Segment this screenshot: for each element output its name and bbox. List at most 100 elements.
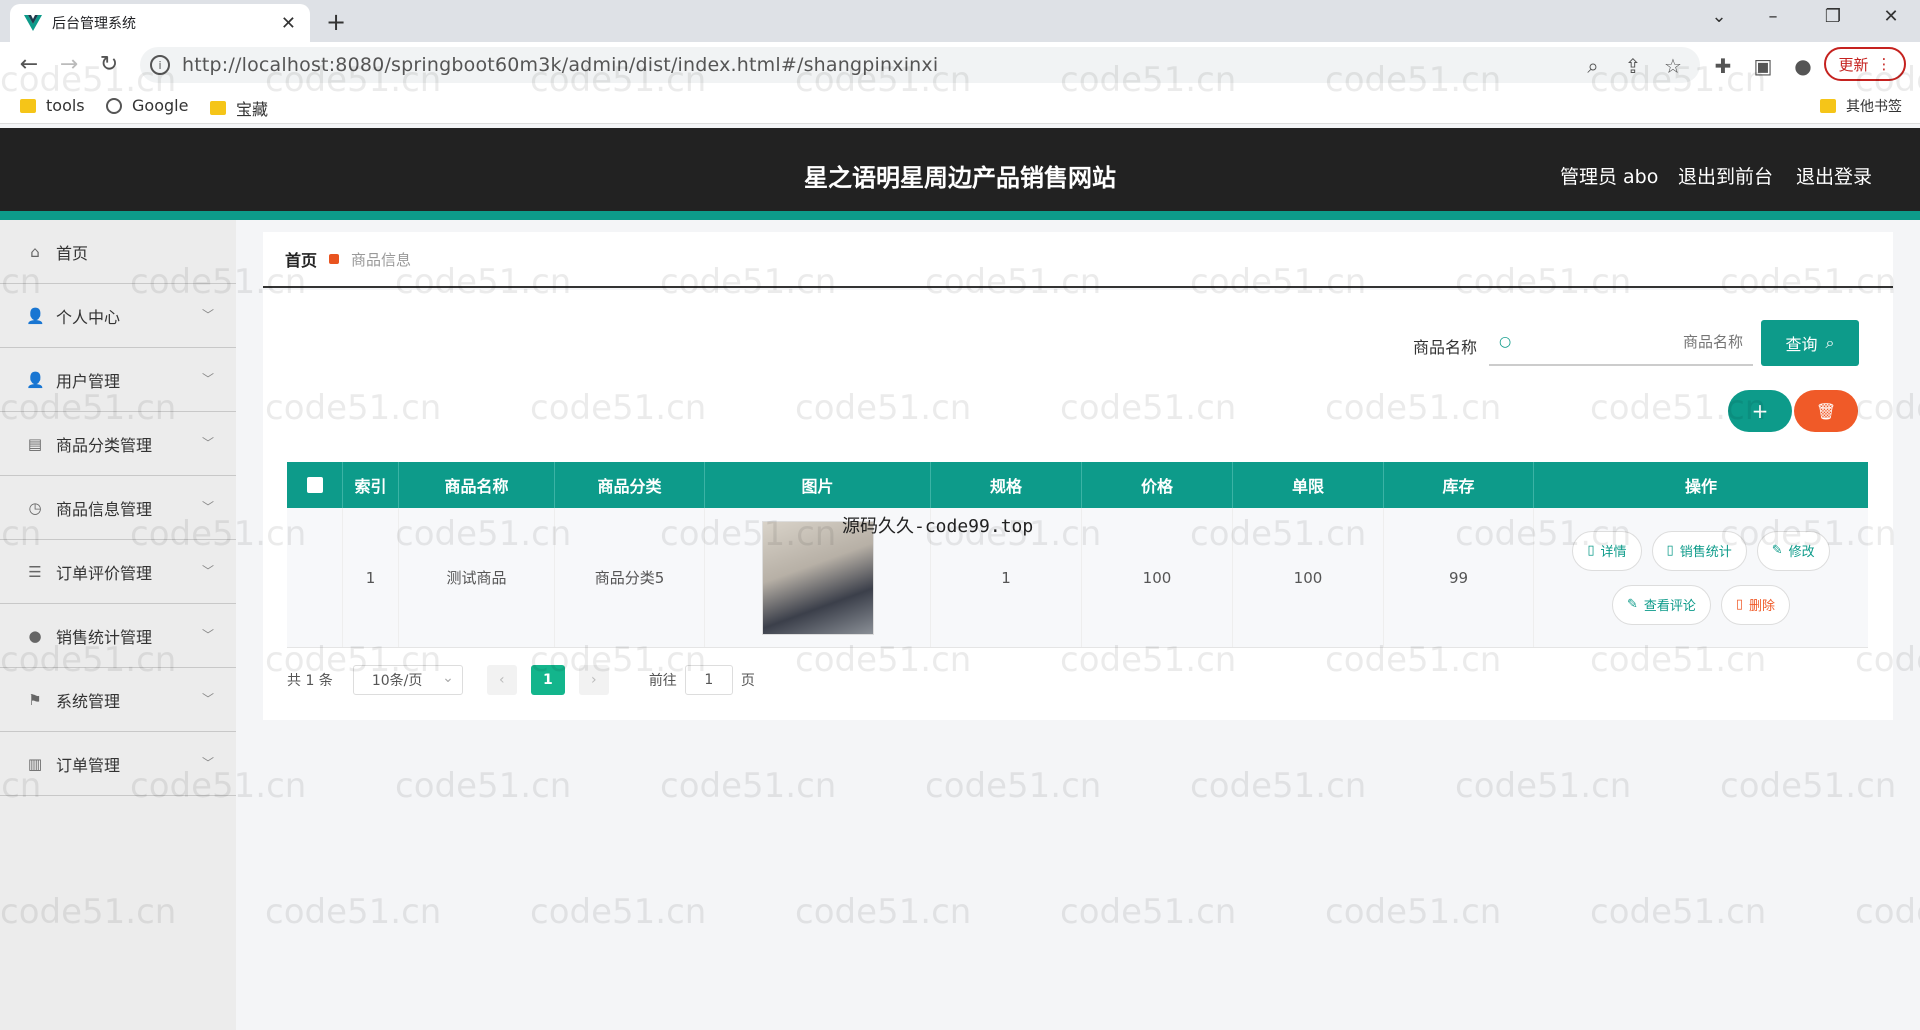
table-row: 1 测试商品 商品分类5 源码久久-code99.top 1 100 100 9…	[287, 508, 1868, 648]
view-comments-button[interactable]: ✎ 查看评论	[1611, 584, 1711, 625]
action-row: ✎ 查看评论 ▯ 删除	[1611, 584, 1791, 625]
bookmark-tools[interactable]: tools	[20, 96, 85, 115]
chevron-down-icon: ﹀	[201, 436, 214, 450]
sidebar-item-products[interactable]: ◷ 商品信息管理 ﹀	[0, 476, 236, 540]
search-icon: ○	[1499, 334, 1512, 350]
search-icon: ⌕	[1825, 333, 1835, 352]
column-header: 商品名称	[399, 462, 555, 508]
minimize-icon[interactable]: –	[1758, 6, 1788, 27]
watermark-text: code51.cn	[660, 766, 837, 806]
row-select-cell	[287, 508, 343, 647]
cell-category: 商品分类5	[555, 508, 705, 647]
query-button[interactable]: 查询 ⌕	[1761, 320, 1859, 366]
bookmark-label: Google	[132, 96, 189, 115]
edit-button[interactable]: ✎ 修改	[1756, 530, 1830, 571]
chevron-down-icon: ﹀	[201, 308, 214, 322]
goto-page-input[interactable]: 1	[684, 665, 733, 695]
back-icon[interactable]: ←	[14, 52, 44, 77]
close-window-icon[interactable]: ✕	[1876, 6, 1906, 27]
sidebar-item-reviews[interactable]: ☰ 订单评价管理 ﹀	[0, 540, 236, 604]
forward-icon[interactable]: →	[54, 52, 84, 77]
page-number-current[interactable]: 1	[530, 665, 565, 695]
content-panel: 商品名称 ○ 查询 ⌕ + 🗑 索引 商品名称 商品分类 图片 规格 价格 单限…	[263, 290, 1893, 720]
share-icon[interactable]: ⇪	[1620, 54, 1646, 78]
new-tab-icon[interactable]: +	[326, 8, 346, 36]
sales-stats-button[interactable]: ▯ 销售统计	[1651, 530, 1747, 571]
sidebar-item-orders[interactable]: ▥ 订单管理 ﹀	[0, 732, 236, 796]
delete-button[interactable]: ▯ 删除	[1720, 584, 1791, 625]
search-label: 商品名称	[1413, 338, 1478, 357]
update-button[interactable]: 更新 ⋮	[1824, 47, 1906, 81]
search-field[interactable]: ○	[1489, 320, 1753, 366]
user-icon: 👤	[26, 370, 45, 389]
total-count: 共 1 条	[287, 673, 333, 689]
sidebar-item-users[interactable]: 👤 用户管理 ﹀	[0, 348, 236, 412]
pagination: 共 1 条 10条/页 ‹ 1 › 前往 1 页	[287, 664, 755, 696]
tab-close-icon[interactable]: ✕	[281, 13, 296, 34]
breadcrumb-home[interactable]: 首页	[285, 247, 317, 271]
comments-label: 查看评论	[1643, 599, 1696, 614]
zoom-icon[interactable]: ⌕	[1580, 54, 1606, 78]
list-icon: ☰	[28, 562, 42, 581]
column-header: 价格	[1082, 462, 1233, 508]
watermark-text: code51.cn	[530, 892, 707, 932]
restore-icon[interactable]: ❐	[1818, 6, 1848, 27]
bookmark-label: 宝藏	[236, 100, 269, 119]
cell-index: 1	[343, 508, 399, 647]
more-icon: ⋮	[1876, 55, 1892, 73]
detail-button[interactable]: ▯ 详情	[1572, 530, 1642, 571]
bookmark-google[interactable]: Google	[106, 96, 188, 115]
site-info-icon[interactable]: i	[150, 55, 170, 75]
watermark-text: code51.cn	[1325, 892, 1502, 932]
sales-label: 销售统计	[1679, 545, 1732, 560]
folder-icon	[20, 98, 36, 113]
sidebar-item-system[interactable]: ⚑ 系统管理 ﹀	[0, 668, 236, 732]
product-table: 索引 商品名称 商品分类 图片 规格 价格 单限 库存 操作 1 测试商品 商品…	[287, 462, 1868, 648]
briefcase-icon: ▤	[27, 434, 43, 453]
star-icon[interactable]: ☆	[1660, 54, 1686, 78]
sidepanel-icon[interactable]: ▣	[1750, 54, 1776, 78]
column-header: 规格	[931, 462, 1082, 508]
document-icon: ▯	[1666, 543, 1674, 558]
select-all-cell	[287, 462, 343, 508]
folder-icon	[1820, 99, 1836, 113]
batch-delete-button[interactable]: 🗑	[1794, 390, 1858, 432]
extensions-icon[interactable]: ✚	[1710, 54, 1736, 78]
watermark-text: code51.cn	[1855, 892, 1920, 932]
prev-page-button[interactable]: ‹	[486, 665, 517, 695]
profile-icon[interactable]: ●	[1790, 54, 1816, 78]
watermark-text: code51.cn	[1590, 892, 1767, 932]
browser-tab[interactable]: 后台管理系统 ✕	[10, 4, 310, 42]
select-all-checkbox[interactable]	[306, 477, 323, 493]
other-bookmarks[interactable]: 其他书签	[1820, 96, 1902, 116]
flag-icon: ⚑	[28, 690, 42, 709]
page-size-select[interactable]: 10条/页	[352, 665, 463, 695]
plus-icon: +	[1751, 399, 1769, 423]
cell-spec: 1	[931, 508, 1082, 647]
sidebar-item-categories[interactable]: ▤ 商品分类管理 ﹀	[0, 412, 236, 476]
reload-icon[interactable]: ↻	[94, 52, 124, 77]
chevron-left-icon: ‹	[499, 672, 505, 688]
table-header: 索引 商品名称 商品分类 图片 规格 价格 单限 库存 操作	[287, 462, 1868, 508]
sidebar-item-personal[interactable]: 👤 个人中心 ﹀	[0, 284, 236, 348]
url-bar[interactable]: i http://localhost:8080/springboot60m3k/…	[140, 47, 1700, 83]
cell-actions: ▯ 详情 ▯ 销售统计 ✎ 修改 ✎ 查看评论 ▯ 删除	[1534, 508, 1868, 647]
breadcrumb: 首页 商品信息	[263, 232, 1893, 288]
bookmarks-bar: tools Google 宝藏 其他书签	[0, 88, 1920, 124]
sidebar-item-sales-stats[interactable]: ● 销售统计管理 ﹀	[0, 604, 236, 668]
sidebar-item-home[interactable]: ⌂ 首页	[0, 220, 236, 284]
exit-to-front-link[interactable]: 退出到前台	[1678, 162, 1773, 189]
compass-icon: ◷	[28, 498, 42, 517]
sidebar-item-label: 用户管理	[56, 371, 121, 391]
trash-icon: 🗑	[1815, 401, 1837, 421]
bookmark-baozang[interactable]: 宝藏	[210, 96, 268, 120]
search-input[interactable]	[1511, 333, 1743, 351]
add-button[interactable]: +	[1728, 390, 1792, 432]
trash-icon: ▯	[1735, 597, 1744, 612]
logout-link[interactable]: 退出登录	[1796, 162, 1872, 189]
user-icon: 👤	[26, 306, 45, 325]
next-page-button[interactable]: ›	[578, 665, 609, 695]
pin-icon: ●	[28, 626, 42, 645]
watermark-text: code51.cn	[1190, 766, 1367, 806]
tab-search-icon[interactable]: ⌄	[1704, 6, 1734, 27]
